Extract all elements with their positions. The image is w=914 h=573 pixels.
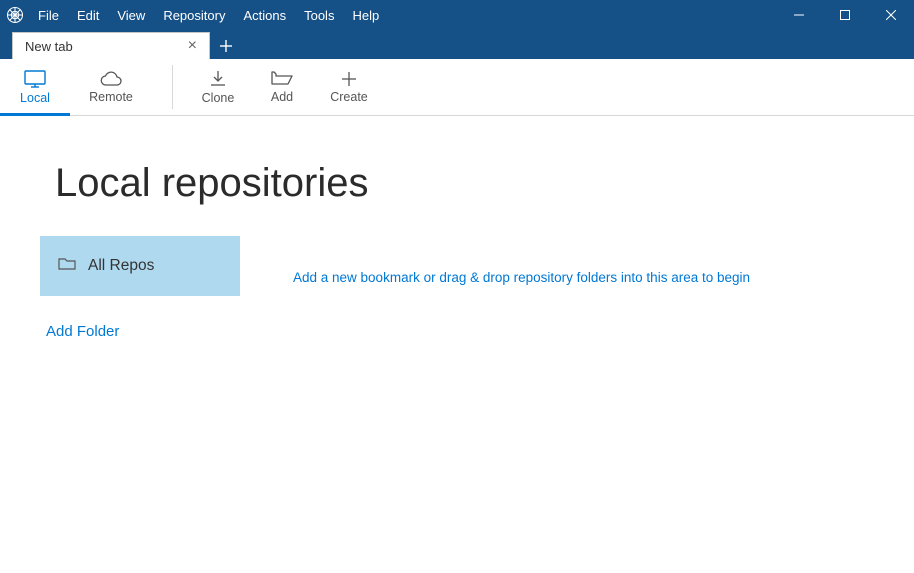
plus-icon bbox=[341, 71, 357, 87]
repo-folder-list: All Repos Add Folder bbox=[40, 236, 240, 353]
all-repos-item[interactable]: All Repos bbox=[40, 236, 240, 296]
folder-open-icon bbox=[271, 71, 293, 87]
add-tab-button[interactable] bbox=[210, 32, 242, 59]
main-menu: File Edit View Repository Actions Tools … bbox=[30, 3, 387, 28]
remote-button[interactable]: Remote bbox=[70, 59, 152, 115]
toolbar-group-actions: Clone Add Create bbox=[187, 59, 383, 115]
folder-icon bbox=[58, 257, 76, 276]
menu-tools[interactable]: Tools bbox=[296, 3, 342, 28]
main-content: Local repositories All Repos Add Folder … bbox=[0, 116, 914, 206]
create-button[interactable]: Create bbox=[315, 59, 383, 115]
remote-label: Remote bbox=[89, 90, 133, 104]
menu-repository[interactable]: Repository bbox=[155, 3, 233, 28]
tabbar: New tab × bbox=[0, 30, 914, 59]
window-controls bbox=[776, 0, 914, 30]
app-logo-icon bbox=[0, 6, 30, 24]
toolbar-separator bbox=[172, 65, 173, 109]
menu-edit[interactable]: Edit bbox=[69, 3, 107, 28]
add-label: Add bbox=[271, 90, 293, 104]
titlebar: File Edit View Repository Actions Tools … bbox=[0, 0, 914, 30]
menu-view[interactable]: View bbox=[109, 3, 153, 28]
drop-hint: Add a new bookmark or drag & drop reposi… bbox=[293, 270, 750, 285]
download-icon bbox=[209, 70, 227, 88]
create-label: Create bbox=[330, 90, 368, 104]
toolbar: Local Remote Clone bbox=[0, 59, 914, 116]
add-button[interactable]: Add bbox=[249, 59, 315, 115]
menu-actions[interactable]: Actions bbox=[235, 3, 294, 28]
monitor-icon bbox=[24, 70, 46, 88]
page-title: Local repositories bbox=[55, 161, 914, 206]
local-label: Local bbox=[20, 91, 50, 105]
tab-new[interactable]: New tab × bbox=[12, 32, 210, 59]
minimize-button[interactable] bbox=[776, 0, 822, 30]
add-folder-link[interactable]: Add Folder bbox=[40, 310, 240, 353]
tab-label: New tab bbox=[25, 39, 73, 54]
cloud-icon bbox=[99, 71, 123, 87]
menu-file[interactable]: File bbox=[30, 3, 67, 28]
local-button[interactable]: Local bbox=[0, 59, 70, 115]
menu-help[interactable]: Help bbox=[344, 3, 387, 28]
all-repos-label: All Repos bbox=[88, 257, 154, 275]
clone-label: Clone bbox=[202, 91, 235, 105]
toolbar-group-location: Local Remote bbox=[0, 59, 152, 115]
close-button[interactable] bbox=[868, 0, 914, 30]
close-tab-icon[interactable]: × bbox=[184, 37, 201, 55]
maximize-button[interactable] bbox=[822, 0, 868, 30]
clone-button[interactable]: Clone bbox=[187, 59, 249, 115]
